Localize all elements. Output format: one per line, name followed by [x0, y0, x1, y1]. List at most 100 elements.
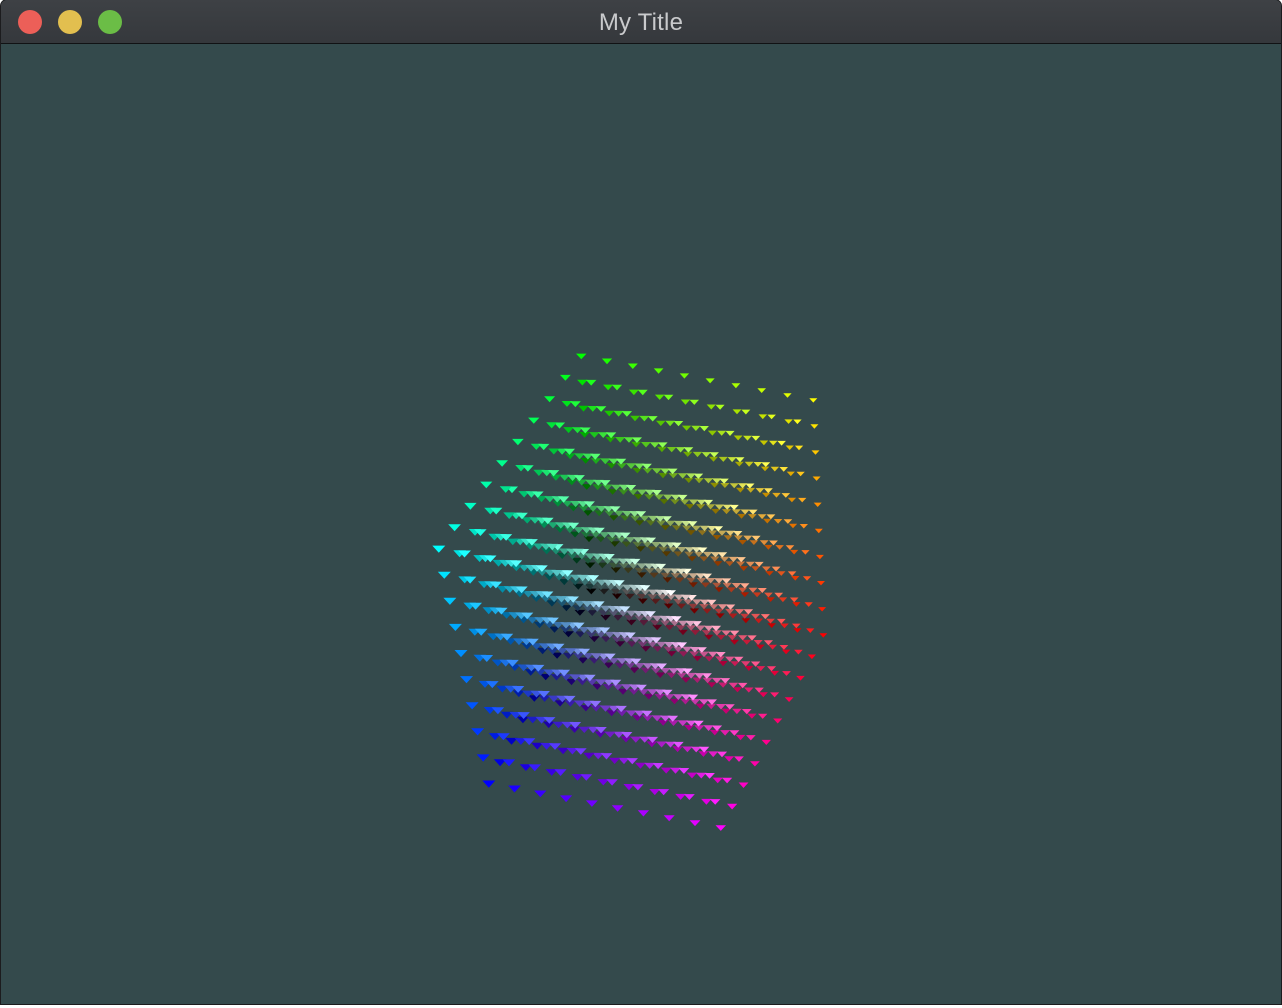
point-marker: [740, 509, 750, 515]
point-marker: [680, 698, 691, 705]
point-marker: [761, 462, 771, 467]
point-marker: [554, 700, 566, 707]
point-marker: [534, 790, 547, 798]
title-bar[interactable]: My Title: [1, 0, 1281, 44]
point-marker: [721, 708, 731, 714]
point-marker: [560, 795, 573, 803]
point-marker: [700, 582, 711, 588]
point-marker: [751, 613, 761, 619]
point-marker: [770, 670, 780, 676]
point-cube-canvas[interactable]: [1, 44, 1281, 1004]
point-marker: [715, 656, 725, 662]
point-marker: [676, 603, 687, 609]
point-marker: [548, 448, 560, 455]
point-marker: [528, 695, 541, 702]
point-marker: [715, 613, 725, 619]
point-marker: [738, 635, 748, 641]
point-marker: [684, 794, 695, 800]
point-marker: [712, 777, 723, 784]
point-marker: [598, 588, 610, 595]
point-marker: [613, 410, 624, 417]
point-marker: [784, 697, 794, 702]
point-marker: [793, 628, 802, 633]
point-marker: [761, 739, 771, 745]
point-marker: [744, 665, 754, 671]
point-marker: [812, 476, 821, 481]
point-marker: [746, 735, 756, 741]
point-marker: [688, 582, 698, 588]
point-marker: [729, 483, 739, 489]
point-marker: [629, 667, 640, 674]
point-marker: [580, 458, 591, 464]
point-marker: [747, 713, 757, 719]
point-marker: [563, 427, 574, 434]
point-marker: [464, 502, 477, 510]
point-marker: [657, 446, 667, 453]
point-marker: [681, 425, 692, 431]
point-marker: [785, 545, 795, 550]
point-marker: [630, 736, 642, 743]
point-marker: [714, 608, 724, 614]
point-marker: [744, 687, 754, 693]
point-marker: [689, 608, 700, 614]
point-marker: [660, 525, 671, 531]
point-marker: [666, 672, 677, 679]
point-marker: [743, 435, 752, 441]
point-marker: [745, 561, 755, 567]
point-marker: [715, 825, 726, 831]
point-marker: [748, 509, 758, 515]
point-marker: [568, 505, 579, 512]
render-viewport[interactable]: [1, 44, 1281, 1004]
point-marker: [603, 384, 614, 391]
point-marker: [722, 582, 732, 588]
point-marker: [704, 634, 714, 640]
point-marker: [544, 396, 556, 403]
point-marker: [619, 515, 631, 521]
point-marker: [740, 613, 750, 619]
point-marker: [679, 499, 690, 505]
point-marker: [780, 623, 789, 629]
point-marker: [767, 414, 776, 420]
point-marker: [660, 767, 672, 774]
point-marker: [647, 416, 658, 422]
point-marker: [577, 379, 588, 386]
point-marker: [482, 780, 496, 788]
point-marker: [815, 554, 824, 560]
point-marker: [712, 582, 722, 588]
point-marker: [448, 524, 461, 532]
point-marker: [796, 675, 805, 681]
point-marker: [443, 597, 457, 605]
point-marker: [630, 415, 640, 422]
point-marker: [754, 687, 764, 693]
point-marker: [696, 772, 707, 779]
point-marker: [645, 520, 656, 526]
point-marker: [741, 409, 751, 415]
point-marker: [715, 404, 725, 410]
point-marker: [632, 467, 643, 474]
point-marker: [799, 524, 808, 529]
point-marker: [779, 467, 788, 472]
point-marker: [448, 623, 462, 631]
point-marker: [538, 443, 550, 451]
point-marker: [611, 593, 623, 600]
point-marker: [742, 639, 752, 645]
point-marker: [736, 561, 746, 567]
point-marker: [685, 504, 695, 510]
point-marker: [752, 592, 762, 598]
point-marker: [804, 602, 813, 607]
point-marker: [792, 602, 801, 607]
point-marker: [763, 518, 772, 524]
point-marker: [590, 458, 602, 464]
point-marker: [594, 510, 605, 517]
point-marker: [592, 484, 603, 491]
point-marker: [717, 430, 727, 436]
point-marker: [697, 530, 707, 536]
point-marker: [692, 656, 703, 662]
point-marker: [787, 497, 797, 503]
point-marker: [675, 793, 686, 800]
point-marker: [710, 482, 720, 488]
point-marker: [757, 388, 766, 393]
point-marker: [724, 756, 735, 762]
point-marker: [726, 587, 736, 593]
point-marker: [662, 577, 673, 583]
